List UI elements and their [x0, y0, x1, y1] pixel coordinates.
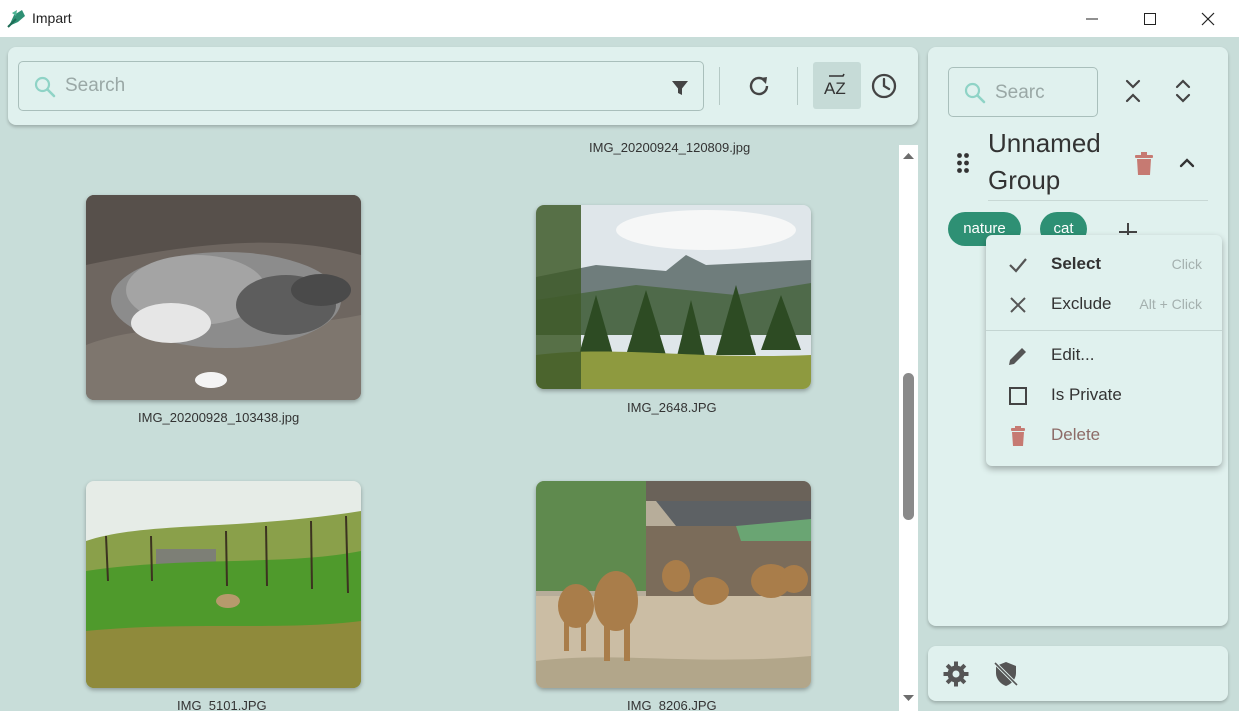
gear-icon[interactable] [942, 660, 970, 688]
sort-label: AZ [824, 79, 846, 98]
cat-photo [86, 195, 361, 400]
image-caption: IMG_2648.JPG [627, 400, 717, 415]
collapse-all-icon[interactable] [1121, 77, 1145, 105]
check-icon [1009, 258, 1027, 273]
menu-item-label: Is Private [1051, 385, 1122, 404]
maximize-button[interactable] [1121, 0, 1179, 37]
search-toolbar: AZ [8, 47, 918, 125]
menu-item-delete[interactable]: Delete [986, 415, 1222, 455]
menu-item-label: Select [1051, 254, 1102, 273]
image-caption: IMG_8206.JPG [627, 698, 717, 711]
trash-icon [1011, 426, 1025, 446]
menu-divider [986, 330, 1222, 331]
scroll-down-arrow-icon[interactable] [902, 693, 915, 703]
group-divider [988, 200, 1208, 201]
chevron-up-icon[interactable] [1177, 153, 1197, 173]
expand-all-icon[interactable] [1171, 77, 1195, 105]
camels-photo [536, 481, 811, 688]
tag-context-menu: Select Click Exclude Alt + Click Edit...… [986, 235, 1222, 466]
image-caption: IMG_20200928_103438.jpg [138, 410, 300, 425]
image-thumbnail-cat[interactable] [86, 195, 361, 400]
menu-item-edit[interactable]: Edit... [986, 335, 1222, 375]
checkbox-icon[interactable] [1006, 384, 1030, 408]
tag-group-name[interactable]: Unnamed Group [988, 125, 1118, 199]
scroll-up-arrow-icon[interactable] [902, 151, 915, 161]
menu-item-exclude[interactable]: Exclude Alt + Click [986, 284, 1222, 324]
image-thumbnail-camels[interactable] [536, 481, 811, 688]
field-photo [86, 481, 361, 688]
title-bar: Impart [0, 0, 1239, 37]
menu-item-label: Delete [1051, 425, 1101, 444]
forest-photo [536, 205, 811, 389]
minimize-button[interactable] [1063, 0, 1121, 37]
tag-search-input[interactable] [995, 77, 1091, 109]
image-thumbnail-forest[interactable] [536, 205, 811, 389]
menu-item-select[interactable]: Select Click [986, 244, 1222, 284]
search-box[interactable] [18, 61, 704, 111]
menu-item-shortcut: Click [1171, 256, 1202, 272]
image-gallery: IMG_20200924_120809.jpg IMG_20200928_103… [0, 128, 900, 711]
toolbar-divider [719, 67, 720, 105]
menu-item-label: Edit... [1051, 345, 1095, 364]
app-title: Impart [32, 10, 72, 26]
bottom-toolbar [928, 646, 1228, 701]
search-input[interactable] [65, 70, 625, 102]
search-icon [964, 82, 986, 104]
gallery-scrollbar[interactable] [899, 145, 918, 711]
minimize-icon [1086, 18, 1098, 19]
drag-handle-icon[interactable] [956, 152, 970, 174]
toolbar-divider [797, 67, 798, 105]
menu-item-is-private[interactable]: Is Private [986, 375, 1222, 415]
maximize-icon [1144, 12, 1156, 25]
image-caption: IMG_20200924_120809.jpg [589, 140, 751, 155]
pencil-icon [1009, 348, 1026, 365]
refresh-icon[interactable] [744, 71, 774, 101]
tag-search-box[interactable] [948, 67, 1098, 117]
trash-icon[interactable] [1132, 151, 1156, 177]
close-window-button[interactable] [1179, 0, 1237, 37]
private-shield-off-icon[interactable] [992, 660, 1020, 688]
scrollbar-thumb[interactable] [903, 373, 914, 521]
menu-item-label: Exclude [1051, 294, 1112, 313]
app-logo-icon [7, 10, 25, 28]
close-icon [1201, 12, 1215, 25]
sort-by-date-clock-icon[interactable] [869, 71, 899, 101]
image-thumbnail-field[interactable] [86, 481, 361, 688]
image-caption: IMG_5101.JPG [177, 698, 267, 711]
search-icon [34, 76, 56, 98]
menu-item-shortcut: Alt + Click [1139, 296, 1202, 312]
close-icon [1010, 297, 1026, 313]
sort-az-icon: AZ [824, 73, 846, 98]
filter-icon[interactable] [669, 77, 691, 99]
sort-alphabetical-button[interactable]: AZ [813, 62, 861, 109]
